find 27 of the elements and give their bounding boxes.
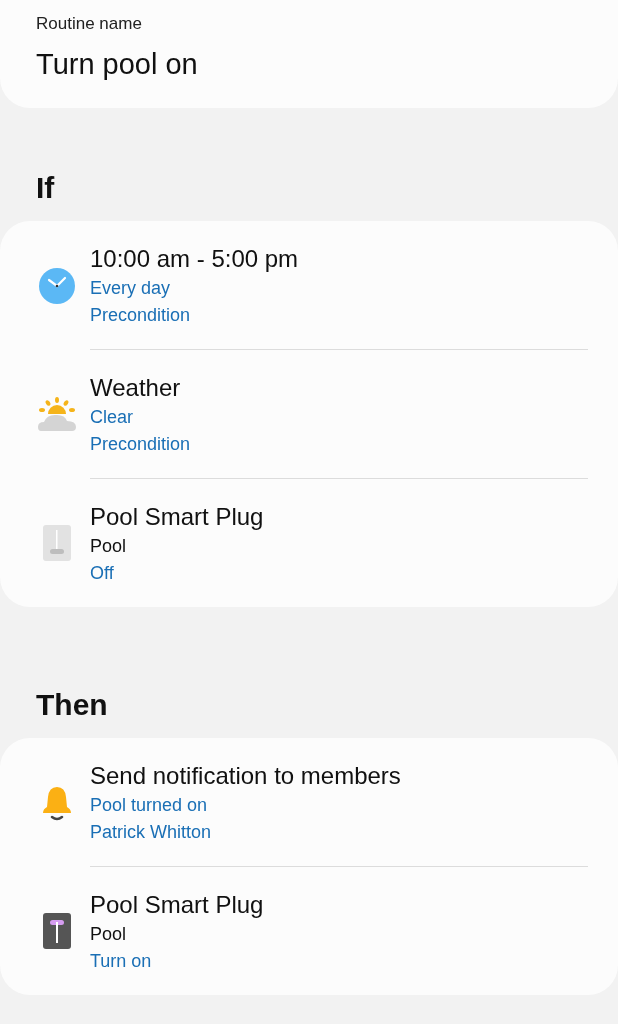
item-detail: Every day (90, 277, 172, 300)
item-title: 10:00 am - 5:00 pm (90, 244, 300, 274)
clock-icon (37, 266, 76, 305)
item-detail: Pool (90, 535, 128, 558)
item-detail: Pool turned on (90, 794, 209, 817)
item-title: Pool Smart Plug (90, 890, 265, 920)
item-detail: Patrick Whitton (90, 821, 213, 844)
routine-label: Routine name (36, 13, 143, 35)
condition-row[interactable]: 10:00 am - 5:00 pm Every day Precondition (30, 221, 588, 350)
item-detail: Pool (90, 923, 128, 946)
item-detail: Precondition (90, 304, 192, 327)
condition-row[interactable]: Weather Clear Precondition (30, 350, 588, 479)
condition-row[interactable]: Send notification to members Pool turned on Patrick Whitton (30, 738, 588, 867)
item-title: Weather (90, 373, 182, 403)
condition-row[interactable]: Pool Smart Plug Pool Turn on (30, 867, 588, 995)
section-title: If (35, 170, 56, 206)
item-detail: Clear (90, 406, 134, 429)
condition-row[interactable]: Pool Smart Plug Pool Off (30, 479, 588, 607)
item-detail: Off (90, 562, 115, 585)
routine-name: Turn pool on (36, 47, 199, 82)
item-detail: Precondition (90, 433, 192, 456)
section-title: Then (35, 687, 109, 723)
item-detail: Turn on (90, 950, 153, 973)
item-title: Send notification to members (90, 761, 402, 791)
weather-icon (36, 396, 77, 433)
item-title: Pool Smart Plug (90, 502, 265, 532)
routine-card[interactable]: Routine name Turn pool on (0, 0, 618, 108)
